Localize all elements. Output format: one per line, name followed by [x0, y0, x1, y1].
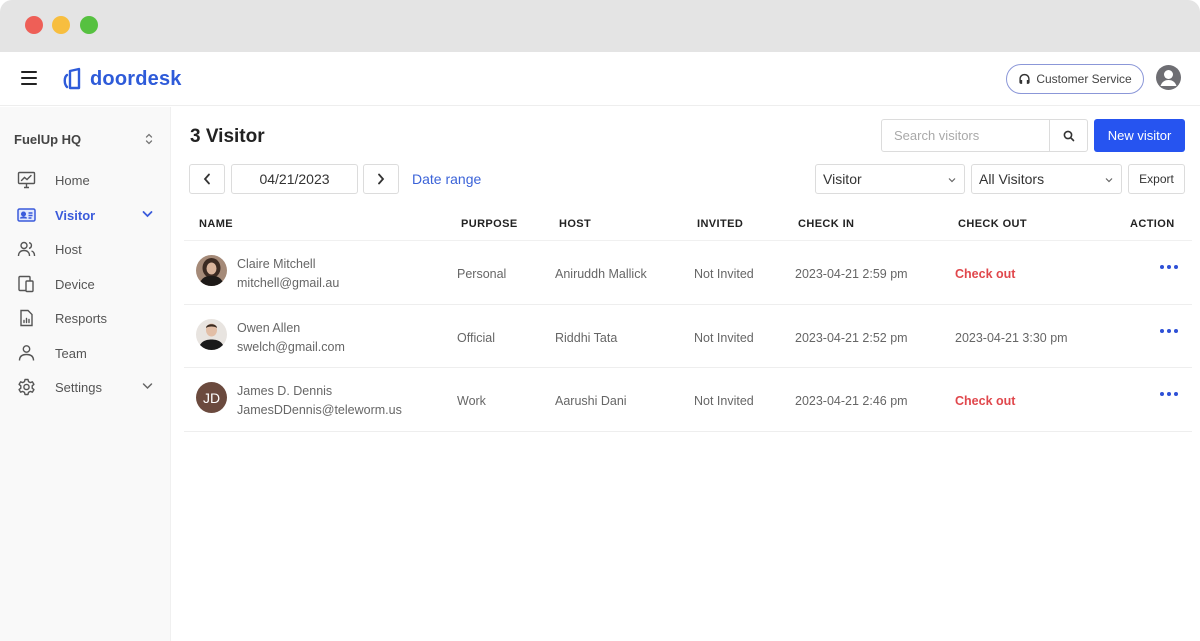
visitor-purpose: Official — [457, 330, 495, 345]
window-titlebar — [0, 0, 1200, 52]
customer-service-button[interactable]: Customer Service — [1006, 64, 1144, 94]
visitor-invited: Not Invited — [694, 394, 754, 408]
sidebar-item-host[interactable]: Host — [0, 234, 171, 264]
table-header: NAME PURPOSE HOST INVITED CHECK IN CHECK… — [184, 207, 1192, 241]
visitor-email: JamesDDennis@teleworm.us — [237, 403, 402, 417]
user-circle-icon[interactable] — [1156, 65, 1181, 90]
column-header-check-out[interactable]: CHECK OUT — [958, 218, 1027, 230]
sidebar-item-label: Home — [55, 173, 90, 188]
visitor-name: James D. Dennis — [237, 384, 333, 398]
visitor-invited: Not Invited — [694, 267, 754, 281]
chevron-up-down-icon[interactable] — [143, 131, 155, 147]
close-window-button[interactable] — [25, 16, 43, 34]
new-visitor-button[interactable]: New visitor — [1094, 119, 1185, 152]
id-card-icon — [17, 208, 36, 222]
door-logo-icon — [63, 67, 81, 90]
sidebar-item-reports[interactable]: Resports — [0, 303, 171, 333]
search-box — [881, 119, 1088, 152]
user-icon — [18, 345, 35, 361]
more-actions-icon[interactable] — [1160, 263, 1178, 271]
column-header-check-in[interactable]: CHECK IN — [798, 218, 854, 230]
minimize-window-button[interactable] — [52, 16, 70, 34]
visitors-table: NAME PURPOSE HOST INVITED CHECK IN CHECK… — [184, 207, 1192, 432]
users-icon — [17, 241, 36, 257]
table-row[interactable]: JD James D. Dennis JamesDDennis@teleworm… — [184, 368, 1192, 432]
sidebar-item-label: Settings — [55, 380, 102, 395]
report-icon — [20, 309, 33, 327]
avatar: JD — [196, 382, 227, 413]
chevron-down-icon — [1105, 178, 1113, 183]
sidebar-item-device[interactable]: Device — [0, 269, 171, 299]
check-out-button[interactable]: Check out — [955, 267, 1015, 281]
sidebar-item-label: Device — [55, 277, 95, 292]
search-button[interactable] — [1049, 120, 1087, 151]
main-content: 3 Visitor New visitor 04/21/2023 Date ra… — [172, 107, 1200, 641]
maximize-window-button[interactable] — [80, 16, 98, 34]
logo[interactable]: doordesk — [62, 66, 182, 92]
export-button[interactable]: Export — [1128, 164, 1185, 194]
visitor-invited: Not Invited — [694, 330, 754, 345]
more-actions-icon[interactable] — [1160, 390, 1178, 398]
column-header-name[interactable]: NAME — [199, 218, 233, 230]
visitor-scope-value: All Visitors — [979, 171, 1045, 187]
avatar — [196, 255, 227, 286]
sidebar-item-team[interactable]: Team — [0, 338, 171, 368]
chevron-down-icon — [948, 178, 956, 183]
visitor-check-out: 2023-04-21 3:30 pm — [955, 330, 1068, 345]
visitor-purpose: Personal — [457, 267, 507, 281]
logo-text: doordesk — [90, 67, 182, 90]
visitor-name: Claire Mitchell — [237, 257, 316, 271]
customer-service-label: Customer Service — [1036, 72, 1132, 86]
avatar — [196, 318, 227, 350]
chevron-down-icon[interactable] — [142, 210, 153, 218]
org-name: FuelUp HQ — [14, 132, 82, 147]
column-header-purpose[interactable]: PURPOSE — [461, 218, 518, 230]
visitor-email: mitchell@gmail.au — [237, 276, 340, 290]
visitor-host: Aniruddh Mallick — [555, 267, 647, 281]
search-icon — [1063, 130, 1074, 141]
visitor-scope-select[interactable]: All Visitors — [971, 164, 1122, 194]
sidebar-item-label: Visitor — [55, 208, 96, 223]
sidebar-item-label: Host — [55, 242, 82, 257]
visitor-email: swelch@gmail.com — [237, 339, 345, 354]
hamburger-icon[interactable] — [21, 71, 37, 85]
gear-icon — [18, 378, 35, 396]
sidebar: FuelUp HQ Home Visitor Host Device Respo… — [0, 107, 171, 641]
date-picker[interactable]: 04/21/2023 — [231, 164, 358, 194]
search-input[interactable] — [882, 120, 1049, 151]
visitor-check-in: 2023-04-21 2:46 pm — [795, 394, 908, 408]
table-row[interactable]: Owen Allen swelch@gmail.com Official Rid… — [184, 305, 1192, 368]
check-out-button[interactable]: Check out — [955, 394, 1015, 408]
visitor-check-in: 2023-04-21 2:59 pm — [795, 267, 908, 281]
chevron-left-icon — [203, 173, 210, 185]
visitor-type-value: Visitor — [823, 171, 862, 187]
sidebar-item-settings[interactable]: Settings — [0, 372, 171, 402]
page-title: 3 Visitor — [190, 126, 265, 147]
visitor-type-select[interactable]: Visitor — [815, 164, 965, 194]
visitor-check-in: 2023-04-21 2:52 pm — [795, 330, 908, 345]
column-header-action: ACTION — [1130, 218, 1175, 230]
visitor-host: Riddhi Tata — [555, 330, 618, 345]
sidebar-item-label: Resports — [55, 311, 108, 326]
app-window: doordesk Customer Service FuelUp HQ Home — [0, 0, 1200, 641]
chevron-right-icon — [378, 173, 385, 185]
visitor-purpose: Work — [457, 394, 486, 408]
devices-icon — [18, 275, 34, 293]
column-header-invited[interactable]: INVITED — [697, 218, 743, 230]
column-header-host[interactable]: HOST — [559, 218, 591, 230]
next-date-button[interactable] — [363, 164, 399, 194]
sidebar-item-home[interactable]: Home — [0, 165, 171, 195]
previous-date-button[interactable] — [189, 164, 225, 194]
date-range-link[interactable]: Date range — [412, 171, 481, 187]
sidebar-item-label: Team — [55, 346, 87, 361]
top-navbar: doordesk Customer Service — [0, 52, 1200, 106]
sidebar-item-visitor[interactable]: Visitor — [0, 200, 171, 230]
table-row[interactable]: Claire Mitchell mitchell@gmail.au Person… — [184, 241, 1192, 305]
monitor-chart-icon — [17, 171, 36, 189]
headset-icon — [1019, 73, 1030, 84]
visitor-host: Aarushi Dani — [555, 394, 627, 408]
visitor-name: Owen Allen — [237, 320, 301, 335]
more-actions-icon[interactable] — [1160, 327, 1178, 335]
chevron-down-icon[interactable] — [142, 382, 153, 390]
